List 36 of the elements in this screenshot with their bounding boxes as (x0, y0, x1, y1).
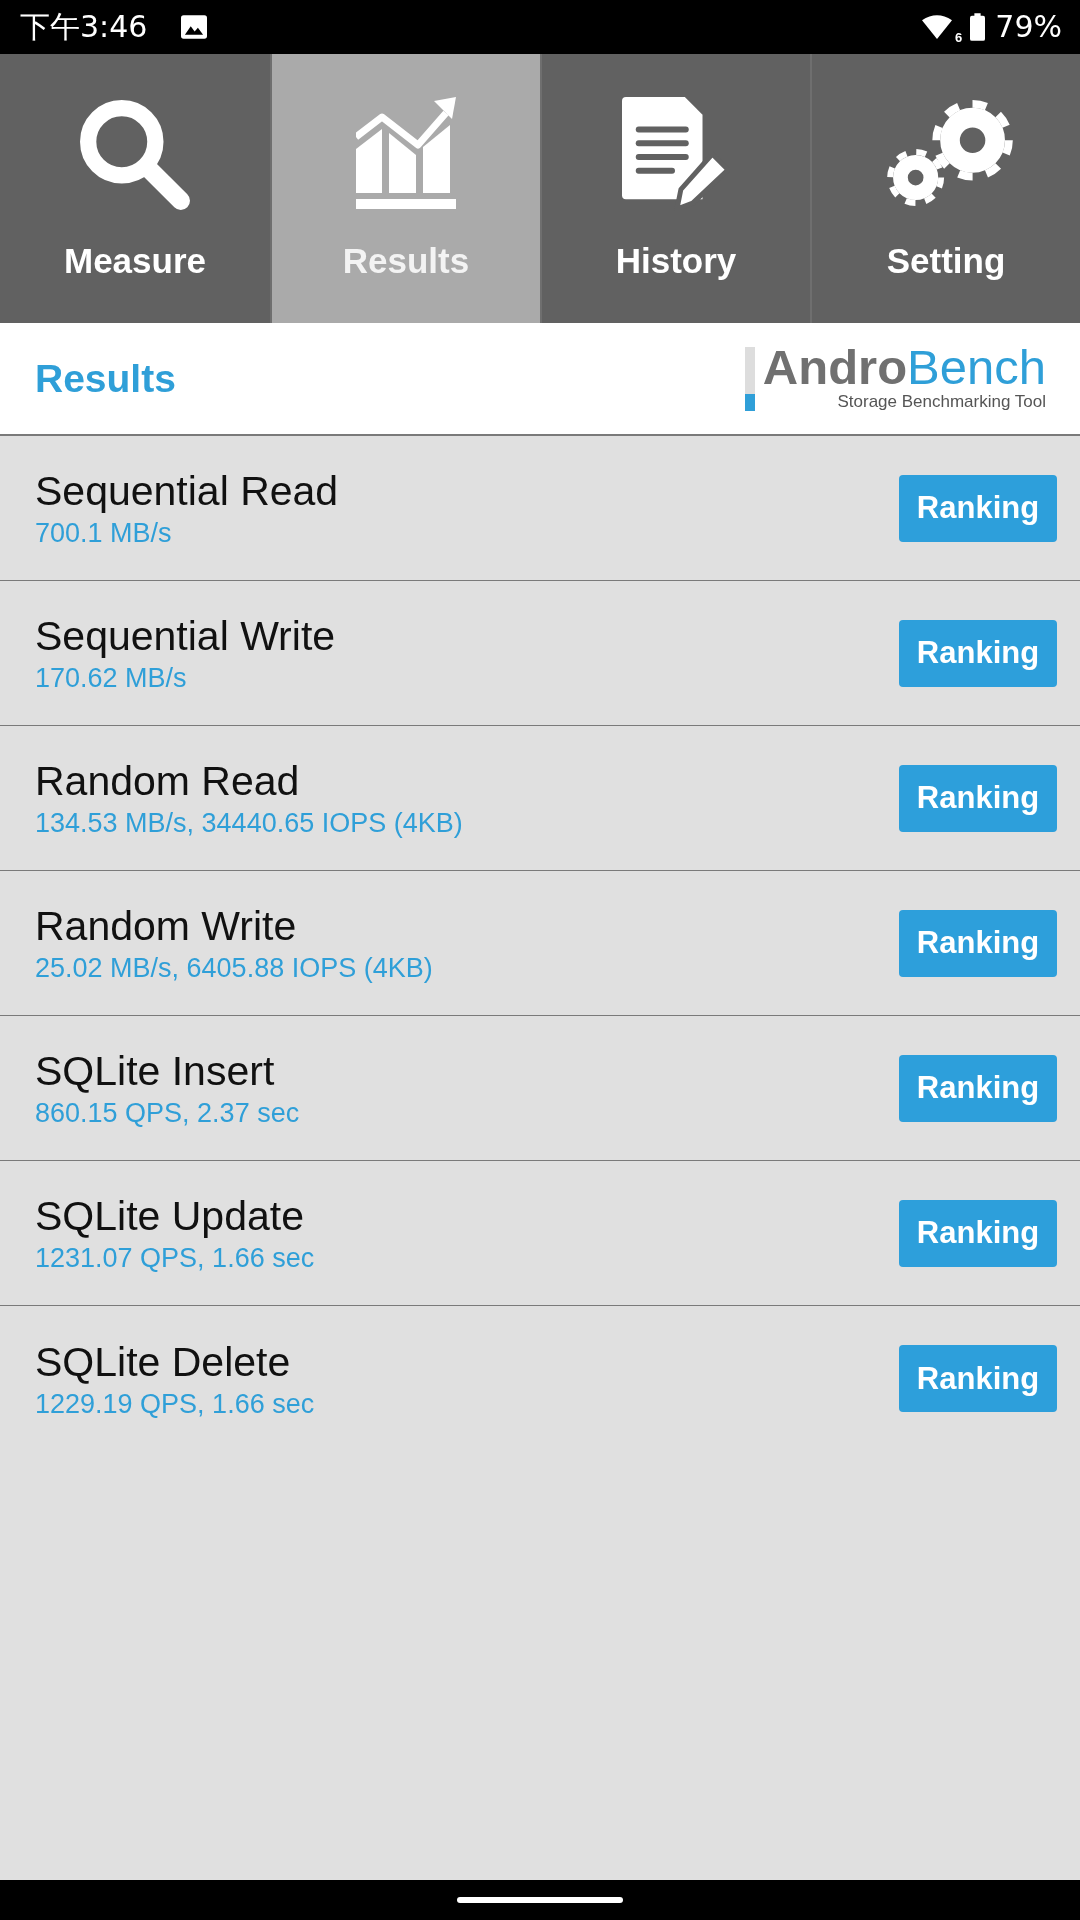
result-name: SQLite Delete (35, 1337, 292, 1387)
result-value: 170.62 MB/s (35, 662, 188, 695)
result-name: Sequential Read (35, 467, 339, 516)
ranking-button[interactable]: Ranking (899, 1054, 1057, 1122)
result-name: Random Write (35, 902, 298, 951)
result-value: 860.15 QPS, 2.37 sec (35, 1097, 300, 1130)
image-icon (181, 15, 208, 39)
home-indicator[interactable] (457, 1897, 623, 1903)
ranking-button[interactable]: Ranking (899, 474, 1057, 542)
result-value: 1229.19 QPS, 1.66 sec (35, 1387, 315, 1421)
logo-bar-icon (744, 346, 755, 411)
logo-tagline: Storage Benchmarking Tool (837, 391, 1046, 412)
result-name: SQLite Insert (35, 1047, 276, 1096)
result-name: Sequential Write (35, 612, 336, 661)
ranking-button[interactable]: Ranking (899, 909, 1057, 977)
result-value: 1231.07 QPS, 1.66 sec (35, 1242, 315, 1275)
result-name: Random Read (35, 757, 301, 806)
gears-icon (887, 100, 1013, 206)
ranking-button[interactable]: Ranking (899, 1199, 1057, 1267)
battery-percent: 79% (995, 9, 1062, 45)
ranking-button[interactable]: Ranking (899, 619, 1057, 687)
ranking-button[interactable]: Ranking (899, 764, 1057, 832)
result-value: 700.1 MB/s (35, 517, 173, 550)
tab[interactable]: Results (270, 54, 540, 323)
search-icon (79, 99, 191, 211)
result-value: 134.53 MB/s, 34440.65 IOPS (4KB) (35, 807, 463, 840)
status-time: 下午3:46 (20, 9, 148, 45)
ranking-button[interactable]: Ranking (899, 1345, 1057, 1412)
battery-icon (970, 13, 986, 41)
wifi-generation-label: 6 (955, 31, 963, 45)
wifi-icon (922, 14, 953, 39)
chart-icon (356, 97, 456, 209)
result-name: SQLite Update (35, 1192, 305, 1241)
result-value: 25.02 MB/s, 6405.88 IOPS (4KB) (35, 952, 433, 985)
logo-wordmark: AndroBench (762, 341, 1046, 392)
page-title: Results (35, 355, 176, 402)
